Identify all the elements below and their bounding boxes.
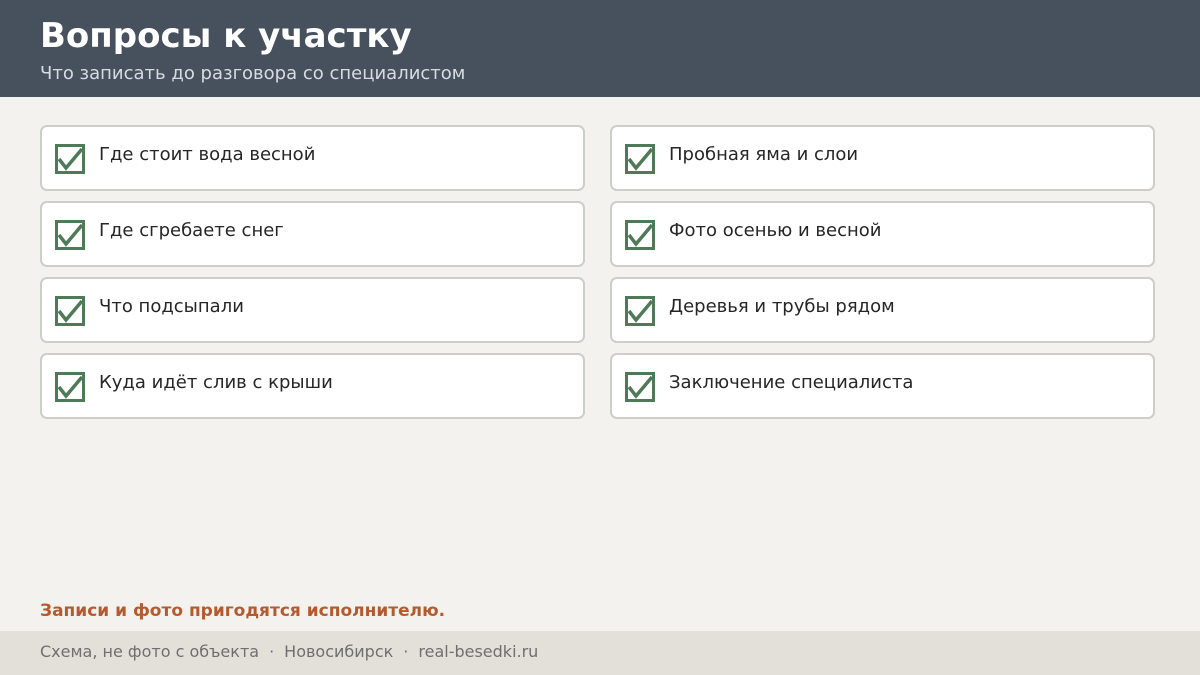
checklist-item-label: Деревья и трубы рядом <box>669 296 895 317</box>
checkbox-checked-icon[interactable] <box>625 220 655 250</box>
checklist-item: Фото осенью и весной <box>610 201 1155 267</box>
page-subtitle: Что записать до разговора со специалисто… <box>40 63 466 84</box>
footer-separator: · <box>403 642 409 661</box>
checklist-item: Куда идёт слив с крыши <box>40 353 585 419</box>
checklist-item-label: Что подсыпали <box>99 296 244 317</box>
highlight-note: Записи и фото пригодятся исполнителю. <box>40 601 446 621</box>
checklist-item-label: Заключение специалиста <box>669 372 914 393</box>
checkbox-checked-icon[interactable] <box>55 372 85 402</box>
checklist-item-label: Куда идёт слив с крыши <box>99 372 333 393</box>
footer-text: Схема, не фото с объекта · Новосибирск · rea… <box>40 641 538 663</box>
checkbox-checked-icon[interactable] <box>625 144 655 174</box>
page-title: Вопросы к участку <box>40 16 412 56</box>
checkbox-checked-icon[interactable] <box>55 144 85 174</box>
checkbox-checked-icon[interactable] <box>55 220 85 250</box>
checklist-item: Где сгребаете снег <box>40 201 585 267</box>
footer-site-link[interactable]: real-besedki.ru <box>418 642 538 661</box>
footer-city: Новосибирск <box>284 642 394 661</box>
checklist-item-label: Где стоит вода весной <box>99 144 316 165</box>
checkbox-checked-icon[interactable] <box>55 296 85 326</box>
checklist-item: Что подсыпали <box>40 277 585 343</box>
footer-bar: Схема, не фото с объекта · Новосибирск · rea… <box>0 631 1200 675</box>
checklist-item-label: Пробная яма и слои <box>669 144 859 165</box>
checklist-item-label: Фото осенью и весной <box>669 220 882 241</box>
checkbox-checked-icon[interactable] <box>625 296 655 326</box>
checklist-item: Пробная яма и слои <box>610 125 1155 191</box>
checklist-item: Где стоит вода весной <box>40 125 585 191</box>
checklist-item: Заключение специалиста <box>610 353 1155 419</box>
footer-caption: Схема, не фото с объекта <box>40 642 260 661</box>
header-bar: Вопросы к участку Что записать до разгов… <box>0 0 1200 97</box>
checklist-item: Деревья и трубы рядом <box>610 277 1155 343</box>
footer-separator: · <box>269 642 275 661</box>
checklist-item-label: Где сгребаете снег <box>99 220 284 241</box>
checkbox-checked-icon[interactable] <box>625 372 655 402</box>
